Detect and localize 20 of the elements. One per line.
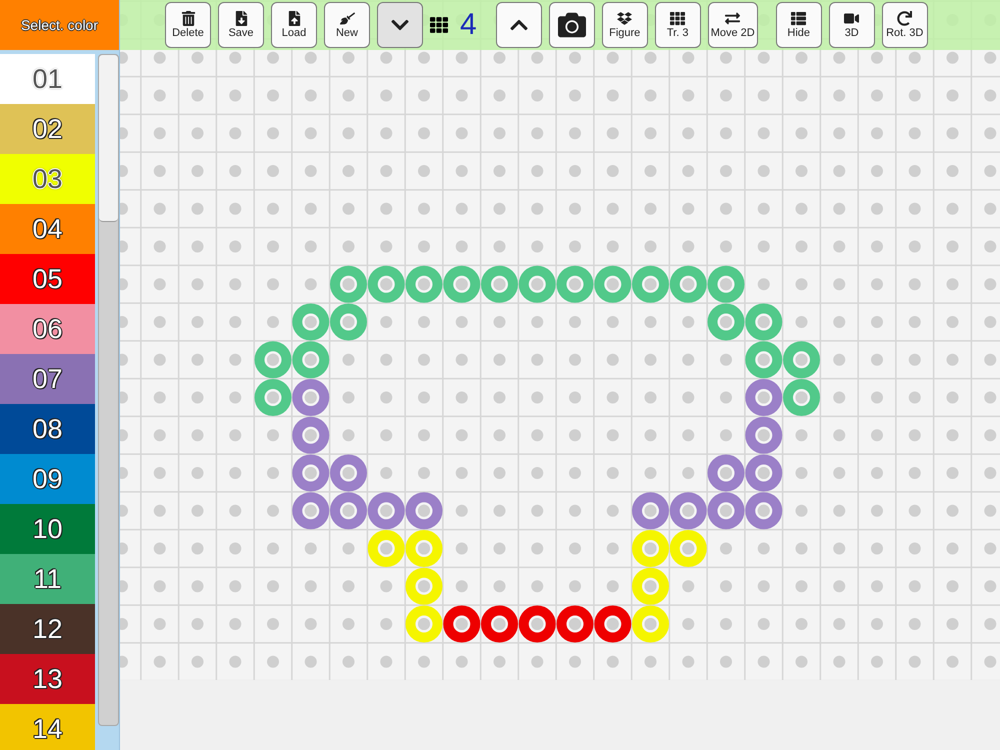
color-swatch[interactable]: 09 bbox=[0, 454, 95, 504]
color-swatch[interactable]: 05 bbox=[0, 254, 95, 304]
toolbar-button[interactable]: Load bbox=[271, 2, 317, 48]
color-swatch[interactable]: 07 bbox=[0, 354, 95, 404]
toolbar-button[interactable]: Hide bbox=[776, 2, 822, 48]
toolbar-button[interactable]: New bbox=[324, 2, 370, 48]
color-swatch[interactable]: 08 bbox=[0, 404, 95, 454]
toolbar-button[interactable]: Rot. 3D bbox=[882, 2, 928, 48]
toolbar-button[interactable]: Tr. 3 bbox=[654, 2, 701, 48]
toolbar-button[interactable]: Move 2D bbox=[708, 2, 758, 48]
layer-number: 4 bbox=[460, 8, 477, 42]
toolbar-button[interactable]: Figure bbox=[602, 2, 648, 48]
toolbar-button[interactable]: 3D bbox=[828, 2, 875, 48]
color-swatch[interactable]: 13 bbox=[0, 654, 95, 704]
color-swatch[interactable]: 01 bbox=[0, 54, 95, 104]
toolbar-button[interactable]: Delete bbox=[165, 2, 211, 48]
color-swatch[interactable]: 10 bbox=[0, 504, 95, 554]
color-swatch[interactable]: 12 bbox=[0, 604, 95, 654]
toolbar-button[interactable]: Save bbox=[218, 2, 264, 48]
color-swatch[interactable]: 03 bbox=[0, 154, 95, 204]
